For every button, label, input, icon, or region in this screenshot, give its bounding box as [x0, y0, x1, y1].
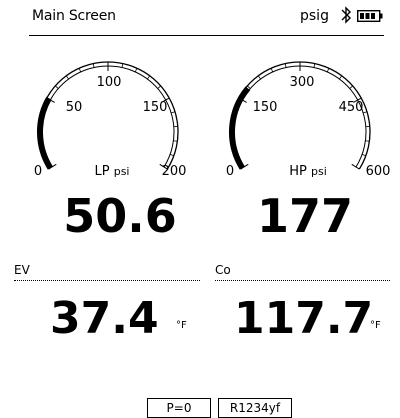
lp-gauge-minor-tick: [93, 64, 94, 68]
hp-gauge-minor-tick: [350, 86, 353, 89]
bluetooth-icon: [339, 6, 353, 24]
co-temperature-unit: °F: [370, 320, 381, 331]
hp-gauge-minor-tick: [231, 141, 235, 142]
hp-gauge-minor-tick: [327, 68, 329, 72]
co-temperature-value: 117.7: [234, 297, 373, 341]
hp-gauge-minor-tick: [258, 76, 260, 79]
lp-gauge-minor-tick: [135, 68, 137, 72]
svg-text:HP psi: HP psi: [289, 164, 327, 179]
pressure-zero-button[interactable]: P=0: [147, 398, 211, 418]
hp-gauge: 0 150 300 450 600 HP psi: [220, 40, 390, 190]
hp-tick-label: 300: [290, 75, 315, 90]
hp-gauge-minor-tick: [285, 64, 286, 68]
header-divider: [29, 35, 384, 36]
co-divider: [215, 280, 390, 281]
ev-divider: [14, 280, 200, 281]
lp-gauge-minor-tick: [158, 86, 161, 89]
lp-pressure-value: 50.6: [30, 193, 210, 239]
lp-gauge: 0 50 100 150 200 LP psi: [28, 40, 198, 190]
ev-label: EV: [14, 263, 30, 277]
hp-tick-label: 450: [339, 100, 364, 115]
lp-gauge-minor-tick: [147, 76, 149, 79]
hp-gauge-minor-tick: [314, 64, 315, 68]
hp-tick-label: 150: [253, 100, 278, 115]
hp-gauge-minor-tick: [363, 112, 367, 113]
battery-icon: [357, 10, 383, 22]
lp-gauge-minor-tick: [170, 154, 174, 155]
hp-caption: HP: [289, 164, 307, 179]
hp-gauge-minor-tick: [365, 141, 369, 142]
pressure-unit-label: psig: [300, 8, 329, 24]
ev-temperature-value: 37.4: [50, 297, 159, 341]
screen-title: Main Screen: [32, 8, 116, 24]
lp-caption: LP: [94, 164, 109, 179]
hp-gauge-major-tick: [352, 164, 360, 169]
hp-gauge-minor-tick: [271, 68, 273, 72]
hp-gauge-value-arc: [232, 88, 248, 168]
lp-tick-label: 0: [34, 164, 42, 179]
hp-tick-label: 0: [226, 164, 234, 179]
lp-unit: psi: [114, 165, 130, 178]
lp-tick-label: 50: [66, 100, 83, 115]
lp-gauge-minor-tick: [79, 68, 81, 72]
hp-tick-label: 600: [366, 164, 391, 179]
lp-tick-label: 100: [97, 75, 122, 90]
hp-gauge-minor-tick: [362, 154, 366, 155]
hp-unit: psi: [311, 165, 327, 178]
lp-gauge-minor-tick: [55, 86, 58, 89]
lp-gauge-minor-tick: [39, 141, 43, 142]
lp-tick-label: 150: [143, 100, 168, 115]
refrigerant-selector[interactable]: R1234yf: [218, 398, 292, 418]
lp-gauge-value-arc: [40, 98, 50, 168]
lp-gauge-minor-tick: [122, 64, 123, 68]
lp-gauge-minor-tick: [171, 112, 175, 113]
lp-gauge-minor-tick: [66, 76, 68, 79]
lp-tick-label: 200: [162, 164, 187, 179]
ev-temperature-unit: °F: [176, 320, 187, 331]
lp-gauge-minor-tick: [173, 141, 177, 142]
co-label: Co: [215, 263, 231, 277]
hp-pressure-value: 177: [215, 193, 395, 239]
hp-gauge-minor-tick: [339, 76, 341, 79]
hp-gauge-minor-tick: [247, 86, 250, 89]
svg-text:LP psi: LP psi: [94, 164, 129, 179]
